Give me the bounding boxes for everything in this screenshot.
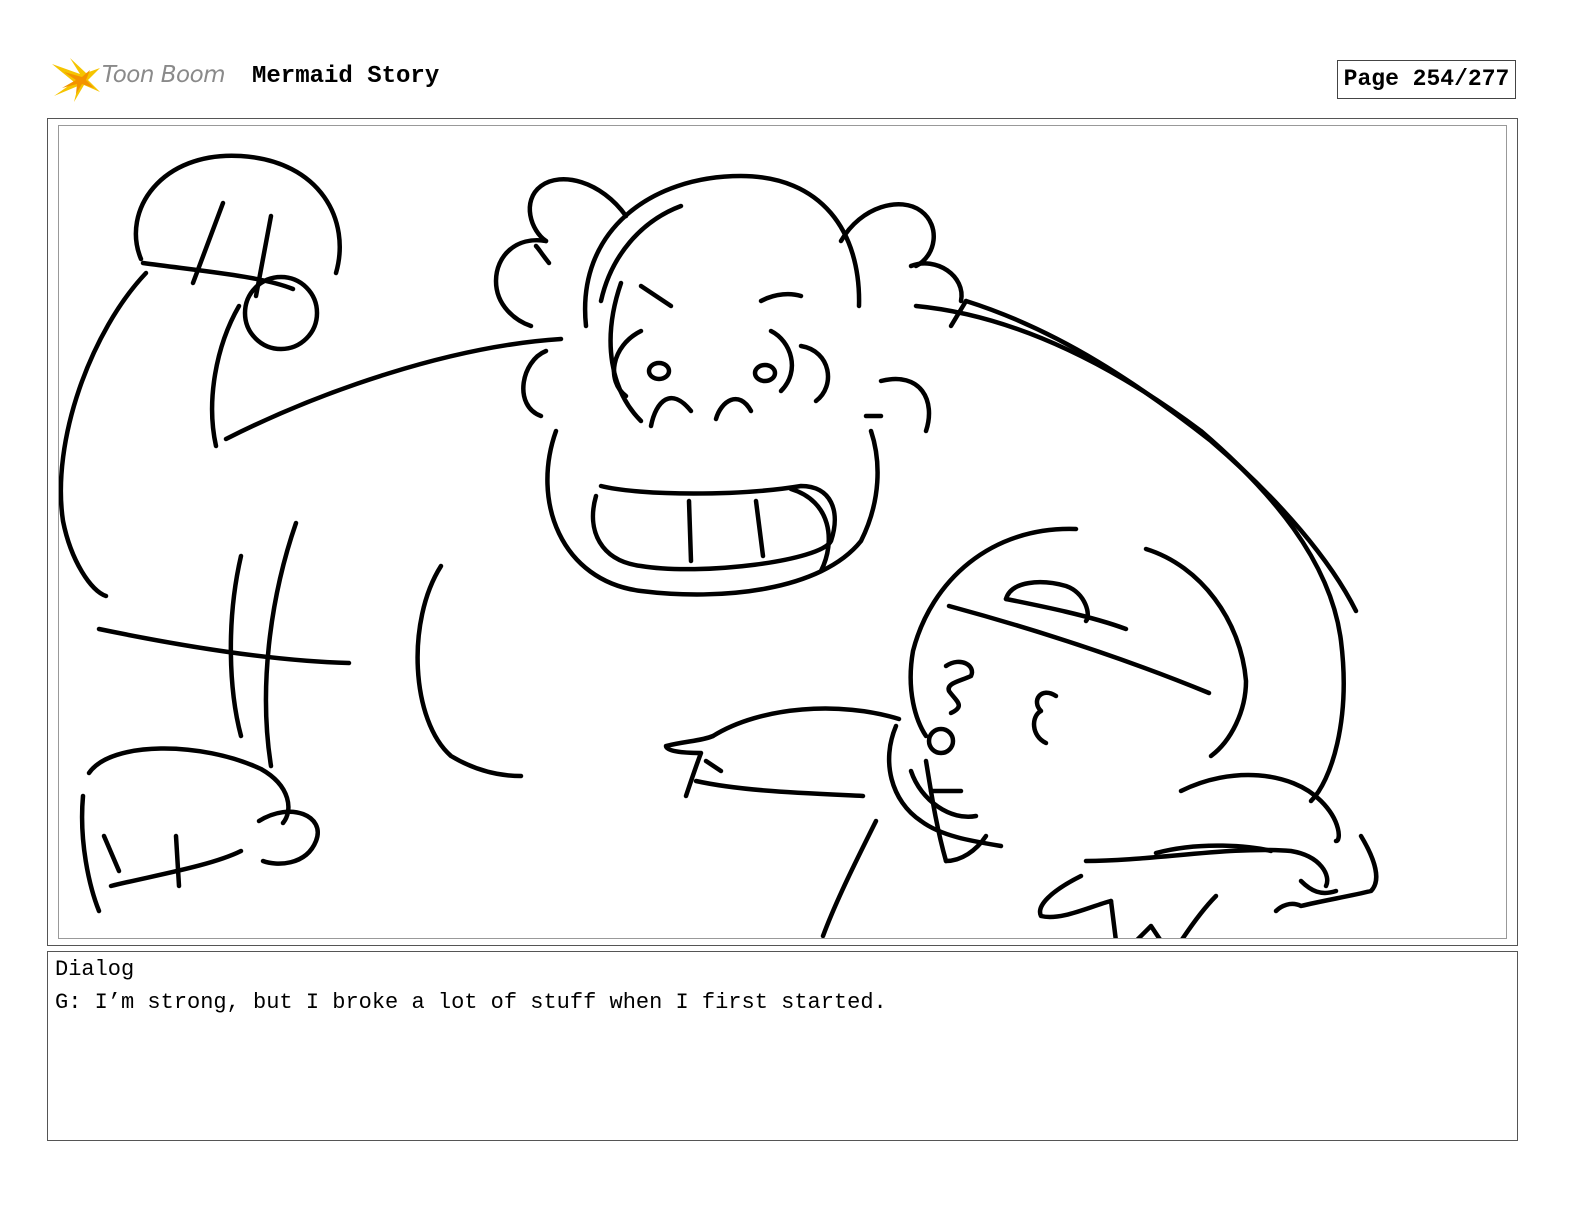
storyboard-sketch-icon	[59, 153, 1379, 938]
dialog-label: Dialog	[55, 957, 135, 982]
project-title: Mermaid Story	[252, 63, 440, 90]
dialog-box: Dialog G: I’m strong, but I broke a lot …	[47, 951, 1518, 1141]
brand-name: Toon Boom	[102, 62, 226, 88]
toon-boom-logo: Toon Boom	[50, 56, 240, 106]
panel-image	[58, 125, 1507, 939]
page-number: Page 254/277	[1337, 60, 1516, 99]
dialog-text: G: I’m strong, but I broke a lot of stuf…	[55, 990, 887, 1015]
starburst-icon	[52, 58, 100, 102]
